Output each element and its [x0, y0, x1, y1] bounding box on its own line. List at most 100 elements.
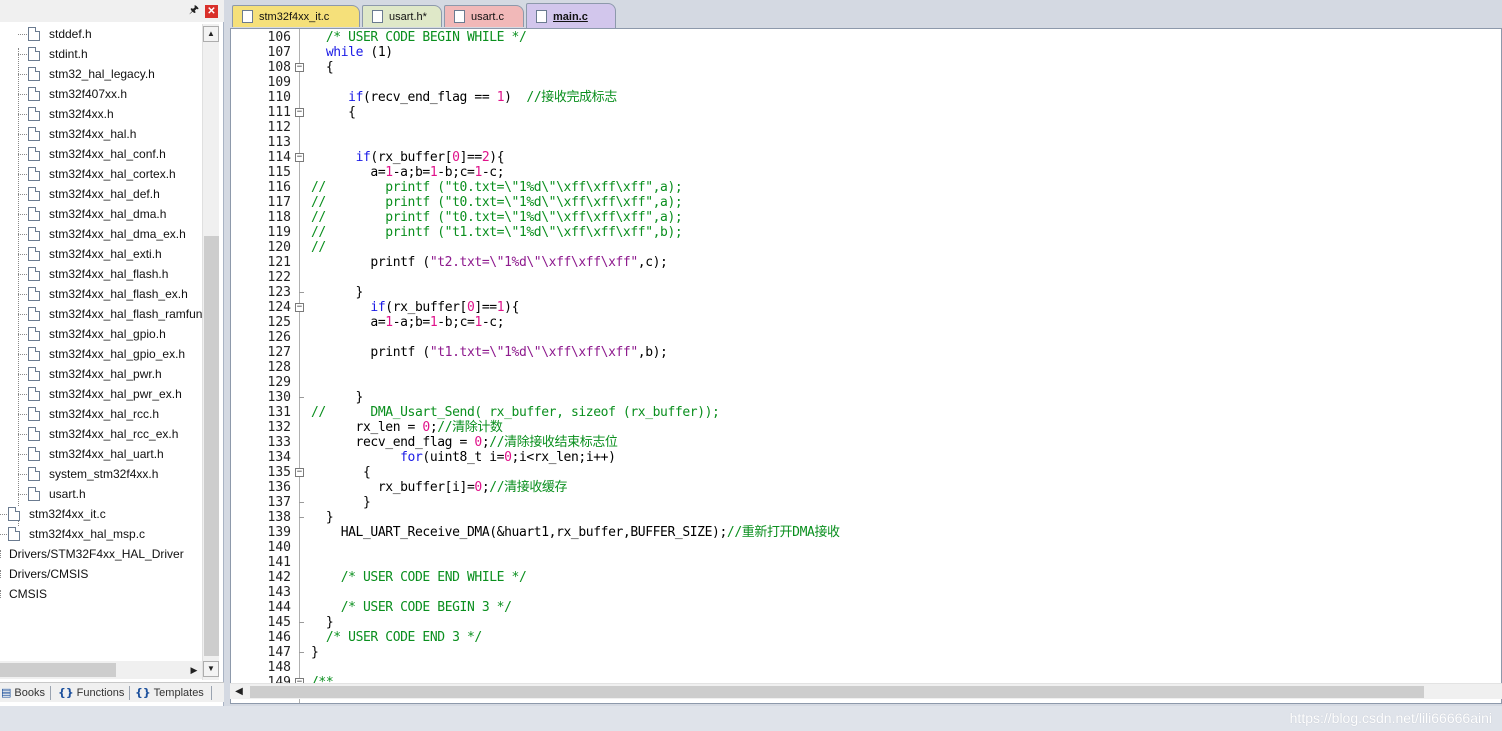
- scrollbar-thumb[interactable]: [204, 236, 219, 656]
- tree-file-item[interactable]: stm32f407xx.h: [28, 84, 202, 104]
- scroll-right-arrow-icon[interactable]: ▶: [186, 662, 202, 678]
- tree-file-item[interactable]: stm32f4xx_hal_msp.c: [8, 524, 202, 544]
- code-line[interactable]: 112: [231, 120, 1501, 135]
- tree-file-item[interactable]: stm32f4xx_hal_cortex.h: [28, 164, 202, 184]
- code-line[interactable]: 143: [231, 585, 1501, 600]
- code-line[interactable]: 106 /* USER CODE BEGIN WHILE */: [231, 30, 1501, 45]
- scroll-up-arrow-icon[interactable]: ▲: [203, 26, 219, 42]
- tree-horizontal-scrollbar[interactable]: ▶: [0, 661, 202, 679]
- code-line[interactable]: 147}: [231, 645, 1501, 660]
- tree-file-item[interactable]: stm32f4xx_it.c: [8, 504, 202, 524]
- code-line[interactable]: 131 // DMA_Usart_Send( rx_buffer, sizeof …: [231, 405, 1501, 420]
- tab-functions-label: Functions: [76, 687, 125, 699]
- scrollbar-thumb[interactable]: [0, 663, 116, 677]
- code-line[interactable]: 111− {: [231, 105, 1501, 120]
- code-line[interactable]: 123 }: [231, 285, 1501, 300]
- editor-horizontal-scrollbar[interactable]: ◀: [230, 683, 1502, 699]
- tree-file-item[interactable]: stm32f4xx_hal_flash_ex.h: [28, 284, 202, 304]
- tab-books[interactable]: ▤ Books: [1, 685, 45, 701]
- code-line[interactable]: 107 while (1): [231, 45, 1501, 60]
- fold-toggle-icon[interactable]: −: [295, 468, 304, 477]
- tree-file-item[interactable]: stm32f4xx_hal_dma_ex.h: [28, 224, 202, 244]
- tree-file-item[interactable]: stm32f4xx_hal_flash.h: [28, 264, 202, 284]
- pin-icon[interactable]: 🖈︎: [188, 4, 200, 17]
- code-line[interactable]: 137 }: [231, 495, 1501, 510]
- code-line[interactable]: 145 }: [231, 615, 1501, 630]
- tree-file-item[interactable]: stm32f4xx_hal_dma.h: [28, 204, 202, 224]
- code-line[interactable]: 148: [231, 660, 1501, 675]
- tab-main-c[interactable]: main.c: [526, 3, 616, 28]
- code-line[interactable]: 122: [231, 270, 1501, 285]
- code-line[interactable]: 134 for(uint8_t i=0;i<rx_len;i++): [231, 450, 1501, 465]
- tree-file-item[interactable]: stm32f4xx_hal_pwr_ex.h: [28, 384, 202, 404]
- code-line[interactable]: 129: [231, 375, 1501, 390]
- scroll-down-arrow-icon[interactable]: ▼: [203, 661, 219, 677]
- code-line[interactable]: 125 a=1-a;b=1-b;c=1-c;: [231, 315, 1501, 330]
- code-line[interactable]: 121 printf ("t2.txt=\"1%d\"\xff\xff\xff"…: [231, 255, 1501, 270]
- code-line[interactable]: 108− {: [231, 60, 1501, 75]
- tree-file-item[interactable]: stm32f4xx_hal_rcc_ex.h: [28, 424, 202, 444]
- fold-toggle-icon[interactable]: −: [295, 108, 304, 117]
- code-line[interactable]: 135− {: [231, 465, 1501, 480]
- tree-file-item[interactable]: stm32f4xx_hal.h: [28, 124, 202, 144]
- code-line[interactable]: 120 //: [231, 240, 1501, 255]
- tab-usart-c[interactable]: usart.c: [444, 5, 524, 27]
- code-line[interactable]: 119 // printf ("t1.txt=\"1%d\"\xff\xff\xf…: [231, 225, 1501, 240]
- code-line[interactable]: 117 // printf ("t0.txt=\"1%d\"\xff\xff\xf…: [231, 195, 1501, 210]
- tree-file-item[interactable]: stm32f4xx_hal_conf.h: [28, 144, 202, 164]
- code-area[interactable]: 106 /* USER CODE BEGIN WHILE */107 while…: [231, 30, 1501, 690]
- tree-file-item[interactable]: stm32f4xx_hal_gpio_ex.h: [28, 344, 202, 364]
- tree-file-item[interactable]: stm32f4xx_hal_uart.h: [28, 444, 202, 464]
- code-line[interactable]: 128: [231, 360, 1501, 375]
- code-line[interactable]: 126: [231, 330, 1501, 345]
- tree-group-item[interactable]: CMSIS: [9, 584, 202, 604]
- tab-stm32f4xx-it-c[interactable]: stm32f4xx_it.c: [232, 5, 360, 27]
- code-line[interactable]: 138 }: [231, 510, 1501, 525]
- tree-file-item[interactable]: usart.h: [28, 484, 202, 504]
- code-line[interactable]: 127 printf ("t1.txt=\"1%d\"\xff\xff\xff"…: [231, 345, 1501, 360]
- code-line[interactable]: 109: [231, 75, 1501, 90]
- scroll-left-arrow-icon[interactable]: ◀: [232, 684, 246, 700]
- tree-file-item[interactable]: stdint.h: [28, 44, 202, 64]
- code-line[interactable]: 139 HAL_UART_Receive_DMA(&huart1,rx_buff…: [231, 525, 1501, 540]
- code-token: printf ("t0.txt=\"1%d\"\xff\xff\xff",a);: [325, 180, 683, 195]
- code-line[interactable]: 132 rx_len = 0;//清除计数: [231, 420, 1501, 435]
- tree-file-item[interactable]: stm32f4xx_hal_def.h: [28, 184, 202, 204]
- tree-file-item[interactable]: stm32f4xx.h: [28, 104, 202, 124]
- code-line[interactable]: 146 /* USER CODE END 3 */: [231, 630, 1501, 645]
- tree-file-item[interactable]: stm32f4xx_hal_flash_ramfunc: [28, 304, 202, 324]
- tree-vertical-scrollbar[interactable]: ▲ ▼: [202, 24, 219, 680]
- tab-usart-h[interactable]: usart.h*: [362, 5, 442, 27]
- tree-group-item[interactable]: Drivers/CMSIS: [9, 564, 202, 584]
- fold-toggle-icon[interactable]: −: [295, 153, 304, 162]
- code-line[interactable]: 141: [231, 555, 1501, 570]
- code-line[interactable]: 142 /* USER CODE END WHILE */: [231, 570, 1501, 585]
- code-line[interactable]: 115 a=1-a;b=1-b;c=1-c;: [231, 165, 1501, 180]
- fold-toggle-icon[interactable]: −: [295, 303, 304, 312]
- scrollbar-thumb[interactable]: [250, 686, 1424, 698]
- code-editor[interactable]: 106 /* USER CODE BEGIN WHILE */107 while…: [230, 28, 1502, 704]
- tree-file-item[interactable]: stm32f4xx_hal_exti.h: [28, 244, 202, 264]
- tree-file-item[interactable]: stddef.h: [28, 24, 202, 44]
- code-line[interactable]: 116 // printf ("t0.txt=\"1%d\"\xff\xff\xf…: [231, 180, 1501, 195]
- code-line[interactable]: 114− if(rx_buffer[0]==2){: [231, 150, 1501, 165]
- code-line[interactable]: 140: [231, 540, 1501, 555]
- tree-file-item[interactable]: stm32f4xx_hal_pwr.h: [28, 364, 202, 384]
- tree-file-item[interactable]: stm32f4xx_hal_rcc.h: [28, 404, 202, 424]
- tree-group-item[interactable]: Drivers/STM32F4xx_HAL_Driver: [9, 544, 202, 564]
- tab-functions[interactable]: {} Functions: [58, 685, 124, 701]
- code-line[interactable]: 124− if(rx_buffer[0]==1){: [231, 300, 1501, 315]
- code-line[interactable]: 113: [231, 135, 1501, 150]
- code-line[interactable]: 118 // printf ("t0.txt=\"1%d\"\xff\xff\xf…: [231, 210, 1501, 225]
- code-line[interactable]: 133 recv_end_flag = 0;//清除接收结束标志位: [231, 435, 1501, 450]
- tree-file-item[interactable]: system_stm32f4xx.h: [28, 464, 202, 484]
- fold-toggle-icon[interactable]: −: [295, 63, 304, 72]
- tab-templates[interactable]: {} Templates: [135, 685, 204, 701]
- tree-file-item[interactable]: stm32_hal_legacy.h: [28, 64, 202, 84]
- code-line[interactable]: 136 rx_buffer[i]=0;//清接收缓存: [231, 480, 1501, 495]
- code-line[interactable]: 130 }: [231, 390, 1501, 405]
- code-line[interactable]: 144 /* USER CODE BEGIN 3 */: [231, 600, 1501, 615]
- code-line[interactable]: 110 if(recv_end_flag == 1) //接收完成标志: [231, 90, 1501, 105]
- tree-file-item[interactable]: stm32f4xx_hal_gpio.h: [28, 324, 202, 344]
- close-icon[interactable]: ✕: [205, 5, 218, 18]
